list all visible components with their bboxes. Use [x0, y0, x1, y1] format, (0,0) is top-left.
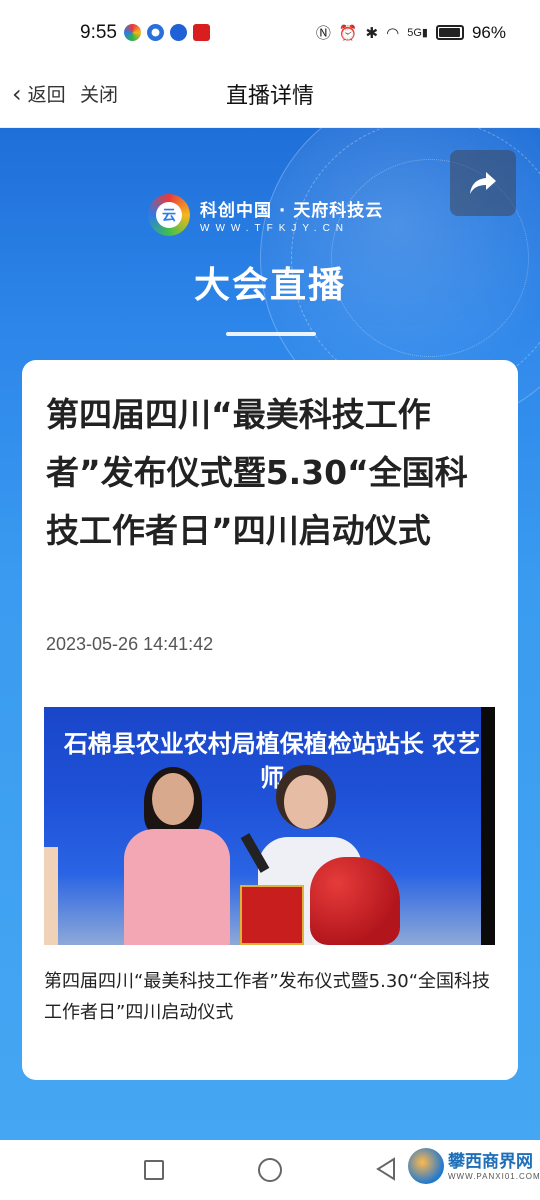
alarm-icon: ⏰: [338, 24, 358, 42]
watermark-icon: [408, 1148, 444, 1184]
watermark-url: WWW.PANXI01.COM: [448, 1171, 540, 1181]
home-button[interactable]: [258, 1158, 282, 1182]
app-notification-icon: [170, 24, 187, 41]
banner-title: 大会直播: [193, 265, 346, 306]
notification-icons: [124, 24, 210, 41]
battery-icon: [435, 25, 464, 40]
watermark-name: 攀西商界网: [448, 1151, 533, 1172]
bluetooth-icon: ✱: [365, 24, 379, 42]
recent-apps-button[interactable]: [144, 1160, 164, 1180]
logo-url: WWW.TFKJY.CN: [200, 223, 350, 234]
content-area[interactable]: 云 科创中国 · 天府科技云 WWW.TFKJY.CN 大会直播 第四届四川“最…: [0, 128, 540, 1140]
logo-text: 科创中国 · 天府科技云: [200, 201, 384, 221]
app-notification-icon: [193, 24, 210, 41]
watermark-logo: 攀西商界网 WWW.PANXI01.COM: [408, 1148, 540, 1184]
live-video[interactable]: 石棉县农业农村局植保植检站站长 农艺师: [44, 707, 495, 945]
organizer-logo: 云 科创中国 · 天府科技云 WWW.TFKJY.CN: [148, 194, 383, 236]
system-back-button[interactable]: [374, 1156, 398, 1182]
article-card: 第四届四川“最美科技工作者”发布仪式暨5.30“全国科技工作者日”四川启动仪式 …: [22, 360, 518, 1080]
signal-icon: 5G▮: [407, 27, 428, 39]
share-button[interactable]: [450, 150, 516, 216]
video-description: 第四届四川“最美科技工作者”发布仪式暨5.30“全国科技工作者日”四川启动仪式: [44, 971, 491, 1023]
status-time: 9:55: [80, 22, 117, 43]
app-notification-icon: [124, 24, 141, 41]
app-notification-icon: [147, 24, 164, 41]
wifi-icon: ◠: [386, 24, 400, 42]
article-timestamp: 2023-05-26 14:41:42: [46, 634, 214, 654]
flower-bouquet-image: [310, 857, 400, 945]
battery-percent: 96%: [471, 22, 506, 42]
nfc-icon: Ⓝ: [315, 25, 331, 42]
system-navigation-bar: 攀西商界网 WWW.PANXI01.COM: [0, 1140, 540, 1200]
status-right: Ⓝ ⏰ ✱ ◠ 5G▮ 96%: [316, 22, 506, 43]
nav-bar: ‹ 返回 关闭 直播详情: [0, 68, 540, 128]
video-host-figure: [122, 767, 232, 945]
video-figure: [44, 847, 58, 945]
banner-underline: [226, 332, 316, 336]
article-title: 第四届四川“最美科技工作者”发布仪式暨5.30“全国科技工作者日”四川启动仪式: [46, 395, 468, 550]
certificate-image: [240, 885, 304, 945]
status-bar: 9:55 Ⓝ ⏰ ✱ ◠ 5G▮ 96%: [0, 0, 540, 68]
share-icon: [470, 172, 496, 194]
logo-mark-icon: 云: [148, 194, 190, 236]
page-title: 直播详情: [225, 84, 314, 109]
